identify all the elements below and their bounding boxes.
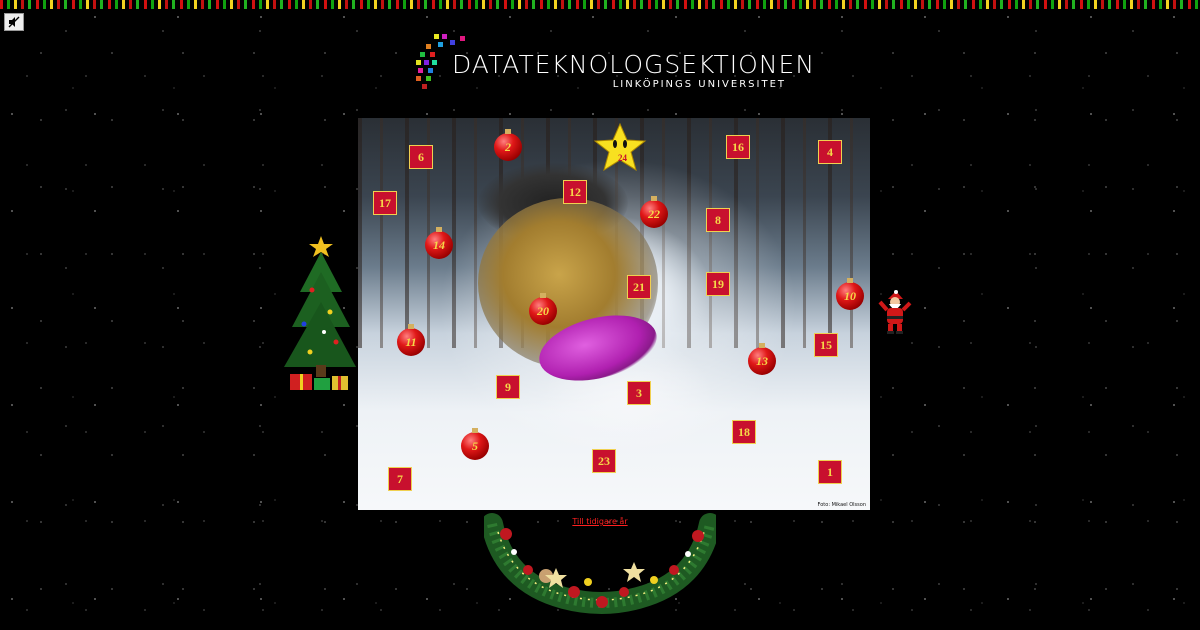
logo-subtitle: LINKÖPINGS UNIVERSITET (612, 79, 786, 90)
calendar-door-1[interactable]: 1 (818, 460, 842, 484)
calendar-door-2[interactable]: 2 (494, 129, 522, 161)
calendar-door-20[interactable]: 20 (529, 293, 557, 325)
calendar-door-24-star[interactable]: 24 (592, 122, 648, 179)
calendar-door-19[interactable]: 19 (706, 272, 730, 296)
mute-speaker-icon (8, 16, 20, 28)
calendar-door-12[interactable]: 12 (563, 180, 587, 204)
logo-title: DATATEKNOLOGSEKTIONEN (452, 50, 816, 79)
star-door-number: 24 (618, 153, 627, 163)
garland-decoration (481, 512, 721, 620)
previous-years-link[interactable]: Till tidigare år (0, 517, 1200, 526)
christmas-garland-icon (481, 513, 721, 614)
calendar-door-16[interactable]: 16 (726, 135, 750, 159)
calendar-door-11[interactable]: 11 (397, 324, 425, 356)
calendar-door-4[interactable]: 4 (818, 140, 842, 164)
calendar-door-9[interactable]: 9 (496, 375, 520, 399)
calendar-door-15[interactable]: 15 (814, 333, 838, 357)
photo-credit: Foto: Mikael Olsson (817, 502, 866, 508)
calendar-door-23[interactable]: 23 (592, 449, 616, 473)
calendar-door-7[interactable]: 7 (388, 467, 412, 491)
calendar-door-21[interactable]: 21 (627, 275, 651, 299)
mute-button[interactable] (4, 13, 24, 31)
calendar-door-18[interactable]: 18 (732, 420, 756, 444)
christmas-tree-icon (284, 236, 356, 390)
calendar-door-10[interactable]: 10 (836, 278, 864, 310)
calendar-door-17[interactable]: 17 (373, 191, 397, 215)
calendar-door-6[interactable]: 6 (409, 145, 433, 169)
calendar-door-14[interactable]: 14 (425, 227, 453, 259)
santa-decoration (878, 290, 912, 334)
calendar-door-22[interactable]: 22 (640, 196, 668, 228)
calendar-door-5[interactable]: 5 (461, 428, 489, 460)
calendar-door-8[interactable]: 8 (706, 208, 730, 232)
calendar-door-13[interactable]: 13 (748, 343, 776, 375)
star-icon (593, 122, 647, 172)
top-garland-decoration (0, 0, 1200, 9)
calendar-door-3[interactable]: 3 (627, 381, 651, 405)
christmas-tree-decoration (280, 232, 358, 397)
santa-claus-icon (878, 290, 912, 334)
site-logo[interactable]: DATATEKNOLOGSEKTIONEN LINKÖPINGS UNIVERS… (412, 30, 814, 92)
